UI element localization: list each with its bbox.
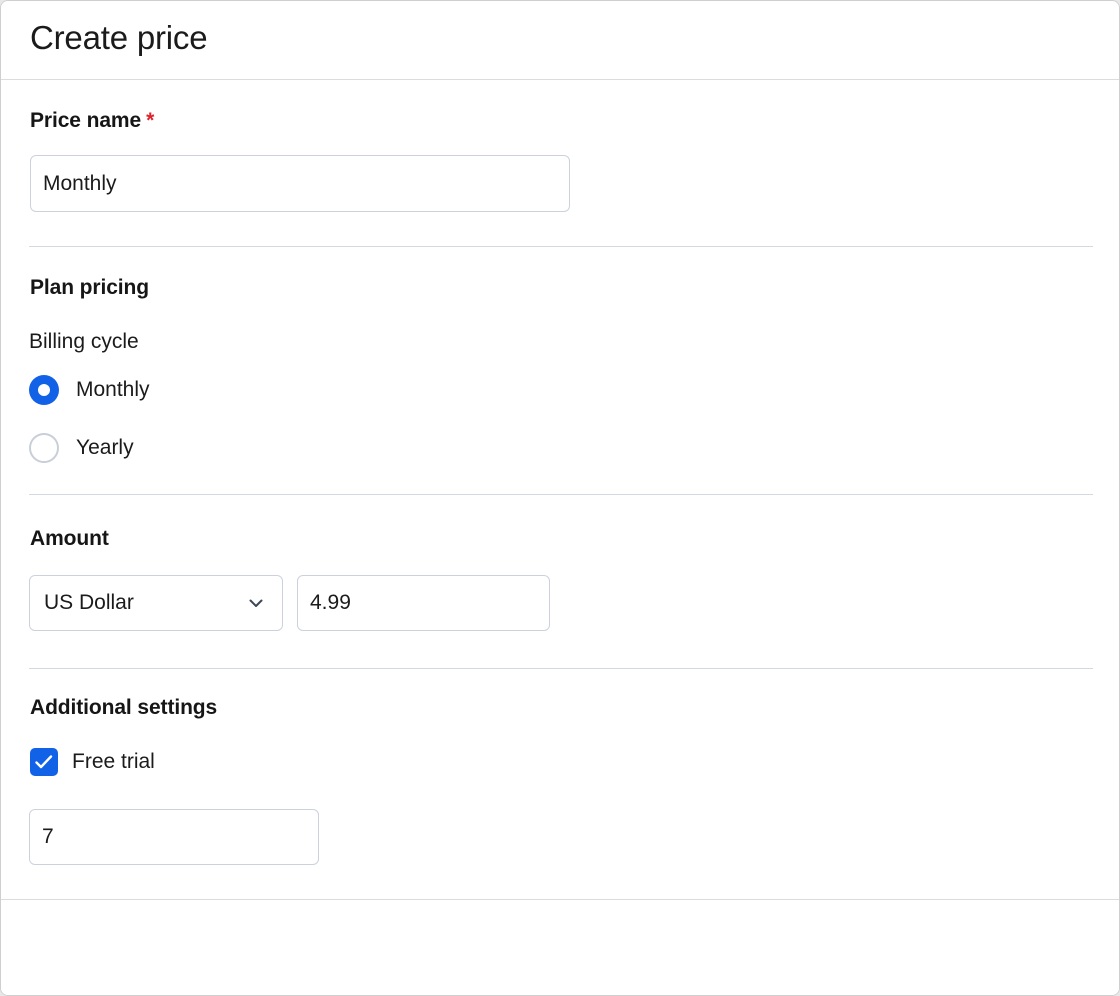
radio-option-monthly[interactable]: Monthly <box>29 375 150 405</box>
trial-days-input[interactable] <box>29 809 319 865</box>
dialog-header: Create price <box>1 1 1119 80</box>
checkbox-label-free-trial: Free trial <box>72 750 155 773</box>
additional-settings-heading: Additional settings <box>30 696 218 719</box>
price-name-label: Price name * <box>30 109 154 133</box>
chevron-down-icon <box>246 593 266 613</box>
radio-unselected-icon <box>29 433 59 463</box>
amount-input[interactable] <box>297 575 550 631</box>
currency-select[interactable]: US Dollar <box>29 575 283 631</box>
divider-plan-pricing <box>29 494 1093 495</box>
radio-label-yearly: Yearly <box>76 436 134 459</box>
divider-amount <box>29 668 1093 669</box>
price-name-input[interactable] <box>30 155 570 212</box>
radio-selected-icon <box>29 375 59 405</box>
check-icon <box>30 748 58 776</box>
price-name-label-text: Price name <box>30 109 142 132</box>
checkbox-free-trial[interactable]: Free trial <box>30 748 155 776</box>
radio-option-yearly[interactable]: Yearly <box>29 433 134 463</box>
billing-cycle-label: Billing cycle <box>29 330 139 353</box>
currency-select-value: US Dollar <box>44 591 134 614</box>
create-price-dialog: Create price Price name* Plan pricing Bi… <box>0 0 1120 996</box>
dialog-footer: Cancel Save <box>1 899 1119 995</box>
radio-label-monthly: Monthly <box>76 378 150 401</box>
plan-pricing-heading: Plan pricing <box>30 276 149 299</box>
amount-heading: Amount <box>30 527 109 550</box>
divider-price-name <box>29 246 1093 247</box>
page-title: Create price <box>30 19 208 56</box>
required-asterisk: * <box>146 109 155 132</box>
dialog-body: Price name* Plan pricing Billing cycle M… <box>1 80 1119 899</box>
